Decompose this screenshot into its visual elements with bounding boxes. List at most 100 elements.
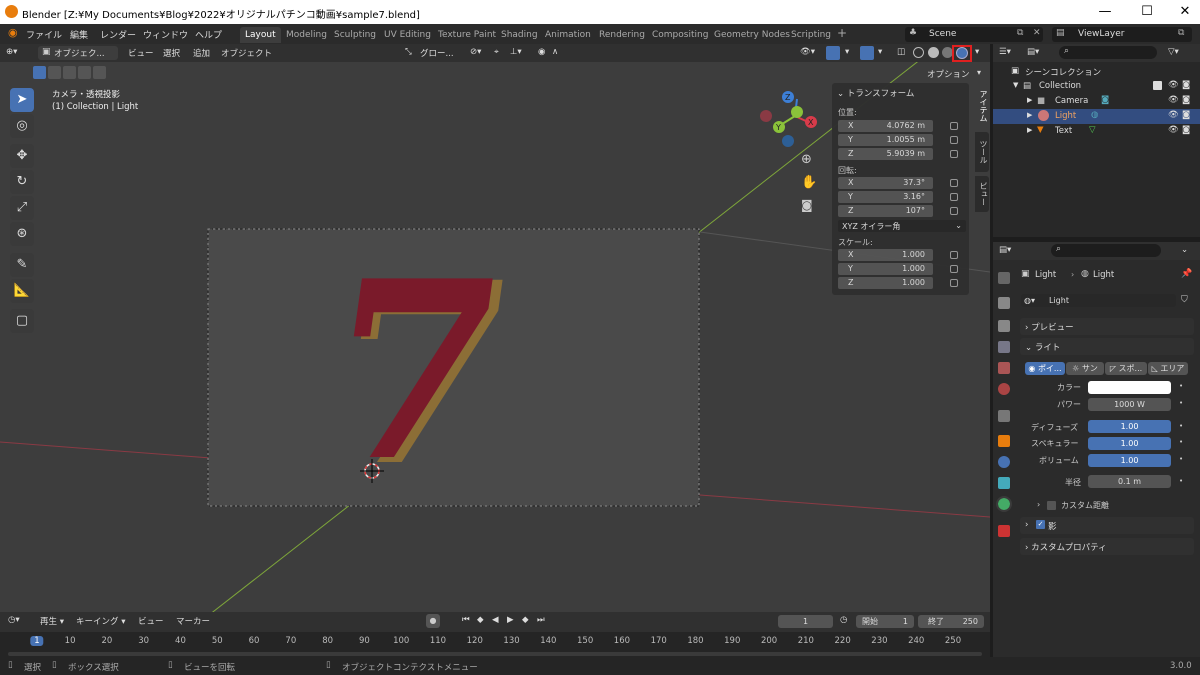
light-section-header[interactable]: ⌄ ライト	[1020, 338, 1194, 355]
lock-icon[interactable]	[950, 179, 958, 187]
shadow-checkbox[interactable]: ✓	[1036, 520, 1045, 529]
tab-view[interactable]: ビュー	[975, 176, 989, 212]
keyframe-dot-icon[interactable]: •	[1179, 438, 1183, 446]
scene-tab-icon[interactable]	[998, 362, 1010, 374]
keyframe-dot-icon[interactable]: •	[1179, 422, 1183, 430]
prev-keyframe-icon[interactable]: ◆	[477, 615, 484, 625]
location-z-field[interactable]: Z 5.9039 m	[838, 148, 933, 160]
collection-tab-icon[interactable]	[998, 410, 1010, 422]
lock-icon[interactable]	[950, 207, 958, 215]
rotation-z-field[interactable]: Z 107°	[838, 205, 933, 217]
world-tab-icon[interactable]	[998, 383, 1010, 395]
rotate-tool-icon[interactable]: ↻	[10, 170, 34, 194]
camera-render-icon[interactable]: ◙	[1182, 80, 1190, 90]
menu-help[interactable]: ヘルプ	[195, 28, 222, 41]
select-new-icon[interactable]	[33, 66, 46, 79]
lock-icon[interactable]	[950, 136, 958, 144]
xray-icon[interactable]: ◫	[897, 47, 905, 57]
tab-rendering[interactable]: Rendering	[594, 27, 650, 43]
navigation-gizmo[interactable]: X Z Y	[760, 91, 817, 147]
tl-menu-keying[interactable]: キーイング ▾	[76, 615, 125, 627]
timeline-area[interactable]: 1 10 20 30 40 50 60 70 80 90 100 110 120 130 140 150 160…	[0, 632, 990, 657]
select-subtract-icon[interactable]	[63, 66, 76, 79]
select-extend-icon[interactable]	[48, 66, 61, 79]
tab-modeling[interactable]: Modeling	[281, 27, 332, 43]
minimize-button[interactable]: —	[1090, 3, 1120, 21]
viewlayer-selector[interactable]: ▤ ViewLayer ⧉	[1052, 27, 1192, 42]
light-color-swatch[interactable]	[1088, 381, 1171, 394]
wireframe-shading-icon[interactable]	[913, 47, 924, 58]
light-type-area-button[interactable]: ◺ エリア	[1148, 362, 1188, 375]
transform-tool-icon[interactable]: ⊛	[10, 222, 34, 246]
outliner-row-scene-collection[interactable]: ▣ シーンコレクション	[993, 64, 1200, 79]
rotation-x-field[interactable]: X 37.3°	[838, 177, 933, 189]
eye-icon[interactable]: 👁	[1168, 110, 1179, 120]
tab-geometry-nodes[interactable]: Geometry Nodes	[709, 27, 795, 43]
lock-icon[interactable]	[950, 279, 958, 287]
rotation-mode-dropdown[interactable]: XYZ オイラー角 ⌄	[838, 220, 966, 232]
expand-icon[interactable]: ▼	[1013, 81, 1018, 89]
scale-tool-icon[interactable]: ⤢	[10, 196, 34, 220]
scale-x-field[interactable]: X 1.000	[838, 249, 933, 261]
camera-render-icon[interactable]: ◙	[1182, 95, 1190, 105]
rotation-y-field[interactable]: Y 3.16°	[838, 191, 933, 203]
view-layer-tab-icon[interactable]	[998, 341, 1010, 353]
add-viewlayer-icon[interactable]: ⧉	[1178, 28, 1184, 38]
lock-icon[interactable]	[950, 251, 958, 259]
tool-tab-icon[interactable]	[998, 272, 1010, 284]
keyframe-dot-icon[interactable]: •	[1179, 382, 1183, 390]
snap-target-icon[interactable]: ⊥▾	[510, 47, 522, 57]
properties-search-input[interactable]: ⌕	[1051, 244, 1161, 257]
light-datablock-field[interactable]: ◍▾ Light	[1021, 294, 1176, 307]
move-tool-icon[interactable]: ✥	[10, 144, 34, 168]
options-dropdown[interactable]: オプション	[927, 68, 970, 80]
menu-render[interactable]: レンダー	[100, 28, 136, 41]
eye-icon[interactable]: 👁	[1168, 80, 1179, 90]
light-type-sun-button[interactable]: ☼ サン	[1066, 362, 1104, 375]
measure-tool-icon[interactable]: 📐	[10, 279, 34, 303]
vp-menu-add[interactable]: 追加	[193, 47, 210, 59]
outliner-row-collection[interactable]: ▼ ▤ Collection 👁 ◙	[993, 79, 1200, 94]
lock-icon[interactable]	[950, 193, 958, 201]
tab-scripting[interactable]: Scripting	[786, 27, 836, 43]
lock-icon[interactable]	[950, 265, 958, 273]
timeline-editor-icon[interactable]: ◷▾	[8, 615, 20, 625]
falloff-icon[interactable]: ∧	[552, 47, 558, 57]
checkbox-icon[interactable]	[1153, 81, 1162, 90]
expand-icon[interactable]: ▶	[1027, 126, 1032, 134]
blender-menu-icon[interactable]: ◉	[8, 26, 18, 39]
select-box-tool-icon[interactable]: ➤	[10, 88, 34, 112]
tab-layout[interactable]: Layout	[240, 27, 281, 43]
pan-hand-icon[interactable]: ✋	[801, 175, 817, 190]
eye-icon[interactable]: 👁	[1168, 95, 1179, 105]
outliner-row-text[interactable]: ▶ ▼ Text ▽ 👁 ◙	[993, 124, 1200, 139]
snap-icon[interactable]: ⌖	[494, 47, 499, 57]
select-intersect-icon[interactable]	[93, 66, 106, 79]
shadow-section-header[interactable]: › ✓ 影	[1020, 517, 1194, 534]
custom-props-section-header[interactable]: › カスタムプロパティ	[1020, 538, 1194, 555]
tl-menu-marker[interactable]: マーカー	[176, 615, 210, 627]
camera-render-icon[interactable]: ◙	[1182, 125, 1190, 135]
tab-animation[interactable]: Animation	[540, 27, 596, 43]
overlay-toggle-icon[interactable]	[860, 46, 874, 60]
light-type-spot-button[interactable]: ◸ スポ...	[1105, 362, 1147, 375]
shading-dropdown-icon[interactable]: ▾	[975, 47, 979, 57]
next-keyframe-icon[interactable]: ◆	[522, 615, 529, 625]
radius-field[interactable]: 0.1 m	[1088, 475, 1171, 488]
pivot-icon[interactable]: ⊘▾	[470, 47, 481, 57]
location-x-field[interactable]: X 4.0762 m	[838, 120, 933, 132]
orientation-icon[interactable]: ⤡	[405, 47, 412, 57]
vp-menu-view[interactable]: ビュー	[128, 47, 154, 59]
start-frame-field[interactable]: 開始 1	[856, 615, 914, 628]
location-y-field[interactable]: Y 1.0055 m	[838, 134, 933, 146]
copy-scene-icon[interactable]: ⧉	[1017, 28, 1023, 38]
light-data-tab-icon[interactable]	[996, 496, 1012, 512]
object-tab-icon[interactable]	[998, 435, 1010, 447]
delete-scene-icon[interactable]: ✕	[1033, 28, 1041, 38]
render-tab-icon[interactable]	[998, 297, 1010, 309]
diffuse-slider[interactable]: 1.00	[1088, 420, 1171, 433]
vp-menu-select[interactable]: 選択	[163, 47, 180, 59]
properties-options-icon[interactable]: ⌄	[1181, 245, 1188, 255]
fake-user-icon[interactable]: ⛉	[1181, 295, 1188, 305]
vp-menu-object[interactable]: オブジェクト	[221, 47, 272, 59]
